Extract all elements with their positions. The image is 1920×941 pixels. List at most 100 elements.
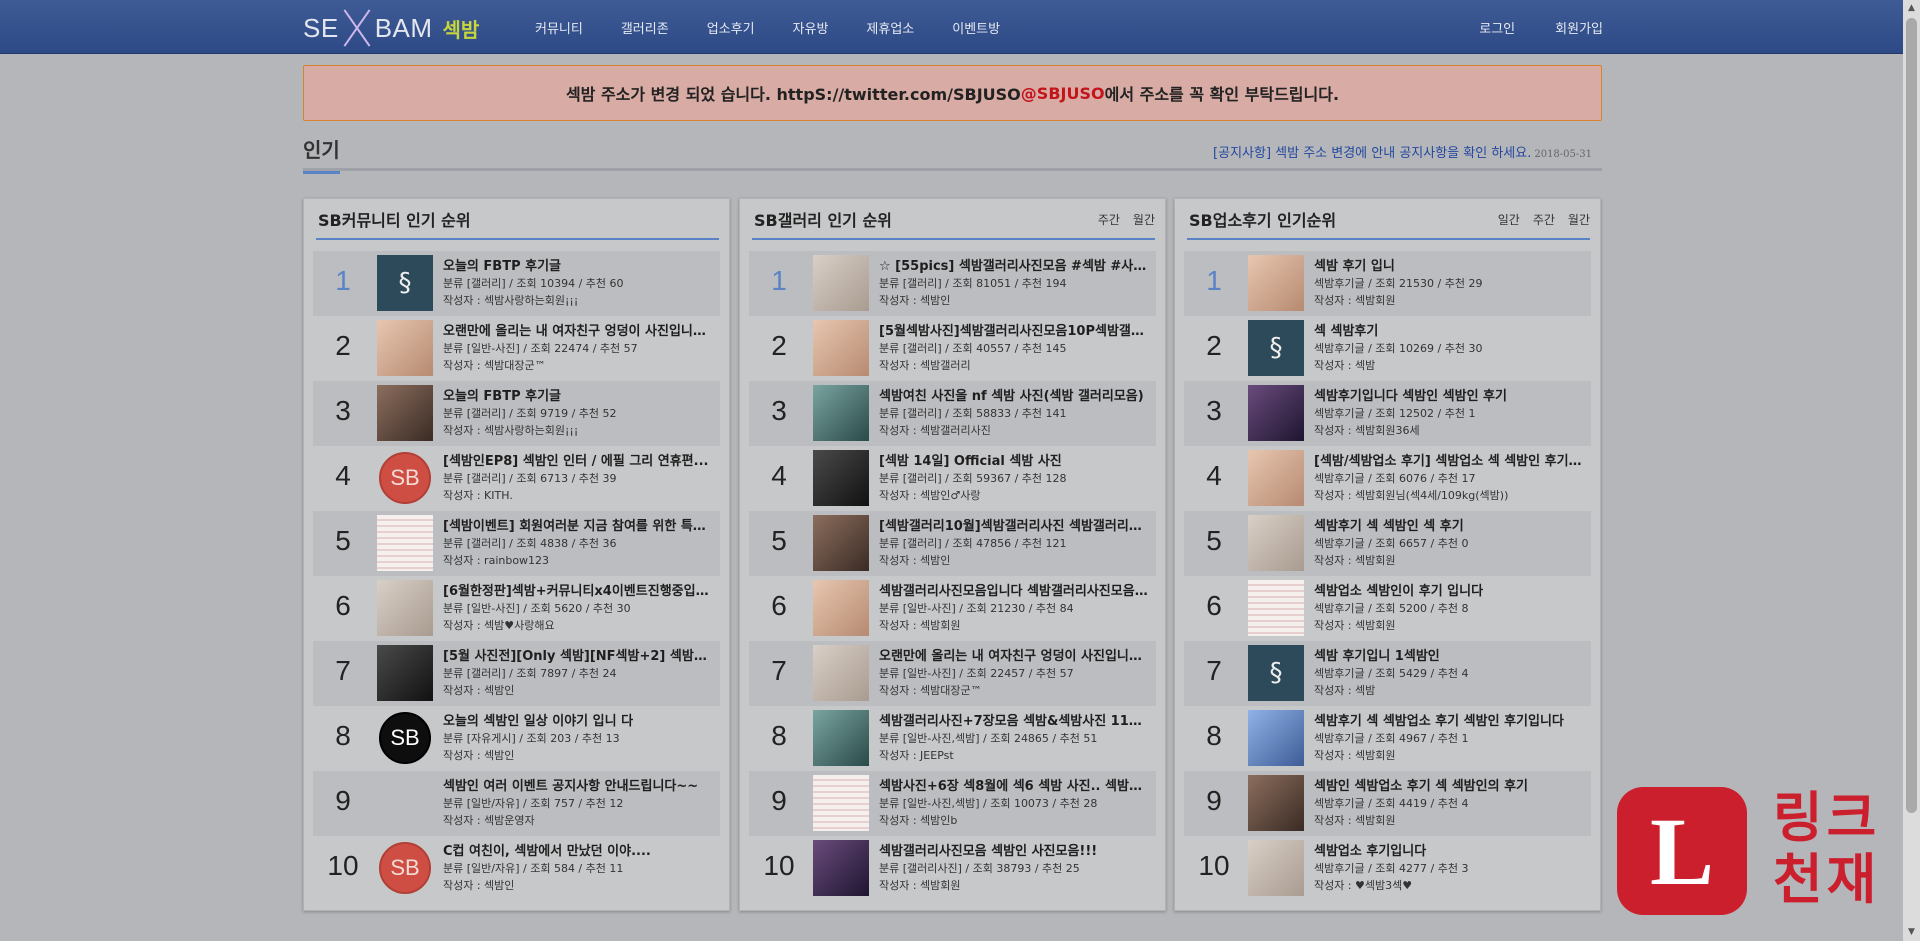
site-logo[interactable]: SE BAM 섹밤 [303,8,479,48]
rank-row[interactable]: 3 섹밤여친 사진을 nf 섹밤 사진(섹밤 갤러리모음) 분류 [갤러리] / 조… [749,381,1156,446]
notice-handle[interactable]: @SBJUSO [1021,84,1105,103]
post-thumbnail[interactable]: § [377,255,433,311]
rank-row[interactable]: 1 ☆ [55pics] 섹밤갤러리사진모음 #섹밤 #사진 #... 분류 [갤러… [749,251,1156,316]
post-title[interactable]: 섹밤 후기입니 1섹밤인 [1314,645,1586,663]
rank-row[interactable]: 1 섹밤 후기 입니 섹밤후기글 / 조회 21530 / 추천 29 작성자 : 섹… [1184,251,1591,316]
post-title[interactable]: 섹밤갤러리사진모음 섹밤인 사진모음!!! [879,840,1151,858]
post-title[interactable]: 섹밤업소 섹밤인이 후기 입니다 [1314,580,1586,598]
rank-row[interactable]: 9 섹밤인 여러 이벤트 공지사항 안내드립니다~~ 분류 [일반/자유] / 조회… [313,771,720,836]
menu-free[interactable]: 자유방 [793,18,829,37]
post-title[interactable]: 오늘의 FBTP 후기글 [443,255,715,273]
link-genius-badge[interactable]: L 링크 천재 [1617,787,1900,917]
rank-row[interactable]: 7 오랜만에 올리는 내 여자친구 엉덩이 사진입니다 '엉... 분류 [일반-사… [749,641,1156,706]
scroll-thumb[interactable] [1906,18,1917,813]
rank-row[interactable]: 3 오늘의 FBTP 후기글 분류 [갤러리] / 조회 9719 / 추천 52 작… [313,381,720,446]
post-title[interactable]: 섹밤후기 섹 섹밤인 섹 후기 [1314,515,1586,533]
rank-row[interactable]: 8 섹밤후기 섹 섹밤업소 후기 섹밤인 후기입니다 섹밤후기글 / 조회 4967… [1184,706,1591,771]
menu-reviews[interactable]: 업소후기 [707,18,755,37]
post-thumbnail[interactable] [813,515,869,571]
rank-row[interactable]: 4 [섹밤 14일] Official 섹밤 사진 분류 [갤러리] / 조회 59… [749,446,1156,511]
post-thumbnail[interactable] [377,775,433,831]
post-thumbnail[interactable] [813,255,869,311]
post-thumbnail[interactable] [1248,580,1304,636]
post-title[interactable]: [섹밤 14일] Official 섹밤 사진 [879,450,1151,468]
rank-row[interactable]: 4 SB [섹밤인EP8] 섹밤인 인터 / 에필 그리 연휴편... 분류 [갤러리… [313,446,720,511]
rank-row[interactable]: 6 섹밤갤러리사진모음입니다 섹밤갤러리사진모음 섹밤... 분류 [일반-사진] … [749,576,1156,641]
rank-row[interactable]: 4 [섹밤/섹밤업소 후기] 섹밤업소 섹 섹밤인 후기입니다 ... 섹밤후기글 … [1184,446,1591,511]
post-title[interactable]: [섹밤인EP8] 섹밤인 인터 / 에필 그리 연휴편... [443,450,715,468]
post-thumbnail[interactable]: SB [377,450,433,506]
post-title[interactable]: C컵 여친이, 섹밤에서 만났던 이야.... [443,840,715,858]
post-thumbnail[interactable] [377,515,433,571]
post-thumbnail[interactable] [1248,385,1304,441]
post-thumbnail[interactable] [377,320,433,376]
section-notice-link[interactable]: [공지사항] 섹밤 주소 변경에 안내 공지사항을 확인 하세요. 2018-05… [1213,142,1592,161]
menu-community[interactable]: 커뮤니티 [535,18,583,37]
post-thumbnail[interactable] [813,775,869,831]
post-title[interactable]: 섹밤갤러리사진모음입니다 섹밤갤러리사진모음 섹밤... [879,580,1151,598]
rank-row[interactable]: 5 [섹밤이벤트] 회원여러분 지금 참여를 위한 특별 ... 분류 [갤러리] … [313,511,720,576]
menu-gallery[interactable]: 갤러리존 [621,18,669,37]
post-thumbnail[interactable] [1248,515,1304,571]
rank-row[interactable]: 2 [5월섹밤사진]섹밤갤러리사진모음10P섹밤갤러리... 분류 [갤러리] / … [749,316,1156,381]
rank-row[interactable]: 6 [6월한정판]섹밤+커뮤니티x4이벤트진행중입니다여러분... 분류 [일반-사… [313,576,720,641]
post-title[interactable]: 섹밤인 여러 이벤트 공지사항 안내드립니다~~ [443,775,715,793]
period-tab[interactable]: 주간 [1098,211,1120,228]
post-thumbnail[interactable] [1248,710,1304,766]
post-title[interactable]: 오늘의 FBTP 후기글 [443,385,715,403]
post-title[interactable]: 오늘의 섹밤인 일상 이야기 입니 다 [443,710,715,728]
period-tab[interactable]: 월간 [1568,211,1590,228]
post-title[interactable]: 섹밤업소 후기입니다 [1314,840,1586,858]
post-thumbnail[interactable] [377,580,433,636]
post-thumbnail[interactable]: § [1248,320,1304,376]
post-thumbnail[interactable] [813,580,869,636]
post-thumbnail[interactable] [813,385,869,441]
post-thumbnail[interactable]: SB [377,710,433,766]
scroll-down-arrow-icon[interactable]: ▼ [1903,924,1920,941]
post-thumbnail[interactable] [1248,255,1304,311]
rank-row[interactable]: 10 SB C컵 여친이, 섹밤에서 만났던 이야.... 분류 [일반/자유] / … [313,836,720,901]
post-title[interactable]: 섹밤후기 섹 섹밤업소 후기 섹밤인 후기입니다 [1314,710,1586,728]
post-title[interactable]: 섹 섹밤후기 [1314,320,1586,338]
rank-row[interactable]: 9 섹밤인 섹밤업소 후기 섹 섹밤인의 후기 섹밤후기글 / 조회 4419 / … [1184,771,1591,836]
rank-row[interactable]: 5 [섹밤갤러리10월]섹밤갤러리사진 섹밤갤러리사진모음 분류 [갤러리] / 조… [749,511,1156,576]
rank-row[interactable]: 5 섹밤후기 섹 섹밤인 섹 후기 섹밤후기글 / 조회 6657 / 추천 0 작성… [1184,511,1591,576]
post-title[interactable]: [섹밤/섹밤업소 후기] 섹밤업소 섹 섹밤인 후기입니다 ... [1314,450,1586,468]
post-title[interactable]: ☆ [55pics] 섹밤갤러리사진모음 #섹밤 #사진 #... [879,255,1151,273]
rank-row[interactable]: 1 § 오늘의 FBTP 후기글 분류 [갤러리] / 조회 10394 / 추천 6… [313,251,720,316]
rank-row[interactable]: 10 섹밤갤러리사진모음 섹밤인 사진모음!!! 분류 [갤러리사진] / 조회 3… [749,836,1156,901]
login-link[interactable]: 로그인 [1479,18,1515,37]
post-thumbnail[interactable] [813,840,869,896]
rank-row[interactable]: 6 섹밤업소 섹밤인이 후기 입니다 섹밤후기글 / 조회 5200 / 추천 8 작… [1184,576,1591,641]
post-title[interactable]: [섹밤갤러리10월]섹밤갤러리사진 섹밤갤러리사진모음 [879,515,1151,533]
period-tab[interactable]: 주간 [1533,211,1555,228]
post-title[interactable]: 섹밤사진+6장 섹8월에 섹6 섹밤 사진.. 섹밤인 사진... [879,775,1151,793]
post-thumbnail[interactable] [1248,775,1304,831]
post-title[interactable]: 오랜만에 올리는 내 여자친구 엉덩이 사진입니다 '엉... [443,320,715,338]
post-title[interactable]: 섹밤여친 사진을 nf 섹밤 사진(섹밤 갤러리모음) [879,385,1151,403]
post-thumbnail[interactable] [377,645,433,701]
post-thumbnail[interactable] [813,450,869,506]
post-thumbnail[interactable]: § [1248,645,1304,701]
post-title[interactable]: 섹밤후기입니다 섹밤인 섹밤인 후기 [1314,385,1586,403]
rank-row[interactable]: 8 섹밤갤러리사진+7장모음 섹밤&섹밤사진 11월사진모음 ... 분류 [일반-… [749,706,1156,771]
scroll-up-arrow-icon[interactable]: ▲ [1903,0,1920,17]
post-title[interactable]: [섹밤이벤트] 회원여러분 지금 참여를 위한 특별 ... [443,515,715,533]
period-tab[interactable]: 일간 [1498,211,1520,228]
menu-partners[interactable]: 제휴업소 [866,18,914,37]
post-title[interactable]: [5월섹밤사진]섹밤갤러리사진모음10P섹밤갤러리... [879,320,1151,338]
post-thumbnail[interactable] [813,710,869,766]
rank-row[interactable]: 8 SB 오늘의 섹밤인 일상 이야기 입니 다 분류 [자유게시] / 조회 203… [313,706,720,771]
post-title[interactable]: 섹밤 후기 입니 [1314,255,1586,273]
menu-events[interactable]: 이벤트방 [952,18,1000,37]
rank-row[interactable]: 10 섹밤업소 후기입니다 섹밤후기글 / 조회 4277 / 추천 3 작성자 : … [1184,836,1591,901]
rank-row[interactable]: 2 오랜만에 올리는 내 여자친구 엉덩이 사진입니다 '엉... 분류 [일반-사… [313,316,720,381]
rank-row[interactable]: 9 섹밤사진+6장 섹8월에 섹6 섹밤 사진.. 섹밤인 사진... 분류 [일반… [749,771,1156,836]
post-title[interactable]: [5월 사진전][Only 섹밤][NF섹밤+2] 섹밤인 사진모음... [443,645,715,663]
post-title[interactable]: 오랜만에 올리는 내 여자친구 엉덩이 사진입니다 '엉... [879,645,1151,663]
rank-row[interactable]: 7 § 섹밤 후기입니 1섹밤인 섹밤후기글 / 조회 5429 / 추천 4 작성자 … [1184,641,1591,706]
post-thumbnail[interactable]: SB [377,840,433,896]
post-thumbnail[interactable] [813,320,869,376]
post-title[interactable]: 섹밤갤러리사진+7장모음 섹밤&섹밤사진 11월사진모음 ... [879,710,1151,728]
post-thumbnail[interactable] [1248,450,1304,506]
